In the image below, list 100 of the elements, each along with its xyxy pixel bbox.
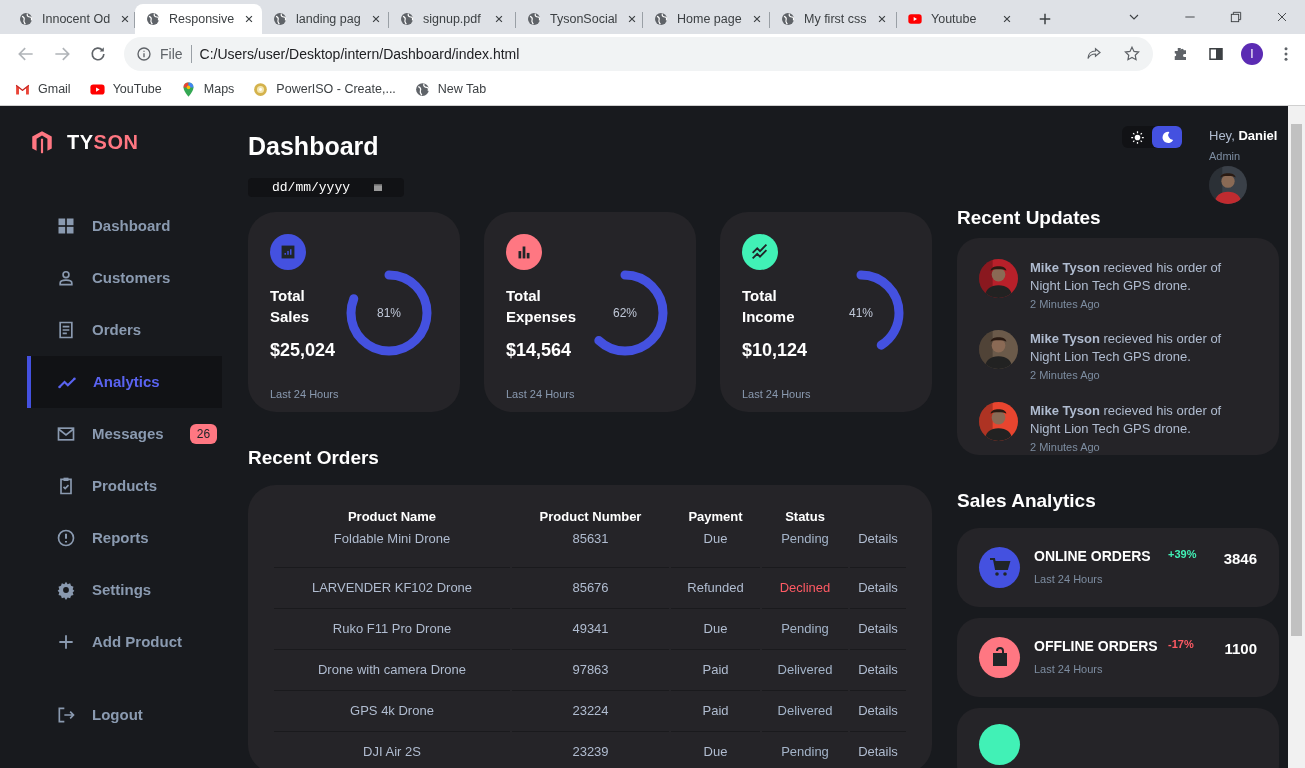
sidebar-item[interactable]: Messages 26 <box>27 408 222 460</box>
tab-title: signup.pdf <box>423 10 482 28</box>
browser-tab[interactable]: Responsive <box>135 4 262 34</box>
section-title: Sales Analytics <box>957 489 1097 513</box>
browser-tab[interactable]: signup.pdf <box>389 4 516 34</box>
details-link[interactable]: Details <box>850 608 906 650</box>
date-field[interactable]: dd/mm/yyyy <box>248 177 404 197</box>
globe-icon <box>413 81 431 98</box>
sidebar-item[interactable]: Analytics <box>27 356 222 408</box>
table-cell: Refunded <box>671 567 760 609</box>
star-icon[interactable] <box>1123 45 1141 63</box>
count-badge: 26 <box>189 424 218 444</box>
sun-icon[interactable] <box>1129 129 1145 145</box>
calendar-icon[interactable] <box>372 181 384 194</box>
card-title: Total Income <box>742 286 796 327</box>
tab-title: Home page <box>677 10 742 28</box>
table-cell: Pending <box>762 608 848 650</box>
table-cell: Pending <box>762 526 848 568</box>
bookmark[interactable]: PowerISO - Create,... <box>252 80 396 99</box>
browser-tab[interactable]: landing pag <box>262 4 389 34</box>
globe-icon <box>145 11 161 27</box>
table-cell: Delivered <box>762 649 848 691</box>
sidebar-item[interactable]: Logout <box>27 689 222 741</box>
analytics-title: ONLINE ORDERS <box>1034 547 1152 567</box>
play-icon <box>907 11 923 27</box>
logout-icon <box>56 705 76 725</box>
card-title: Total Expenses <box>506 286 576 327</box>
analytics-title: OFFLINE ORDERS <box>1034 637 1159 657</box>
scrollbar[interactable] <box>1288 106 1305 768</box>
tab-title: Youtube <box>931 10 978 28</box>
analytics-value: 1100 <box>1224 638 1257 659</box>
details-link[interactable]: Details <box>850 526 906 568</box>
bookmark[interactable]: YouTube <box>88 80 162 99</box>
receipt-icon <box>56 320 76 340</box>
info-icon[interactable] <box>136 46 152 62</box>
analytics-caption: Last 24 Hours <box>1034 662 1104 678</box>
analytics-value: 3846 <box>1223 548 1257 569</box>
sidebar-item[interactable]: Add Product <box>27 616 222 668</box>
tab-title: Responsive <box>169 10 235 28</box>
browser-tab[interactable]: Home page <box>643 4 770 34</box>
greeting-text: Hey, Daniel <box>1209 127 1279 145</box>
table-cell: DJI Air 2S <box>274 731 510 768</box>
update-time: 2 Minutes Ago <box>1030 439 1101 455</box>
table-cell: Declined <box>762 567 848 609</box>
card-value: $14,564 <box>506 339 573 362</box>
table-cell: Due <box>671 526 760 568</box>
browser-tab[interactable]: Youtube <box>897 4 1024 34</box>
bookmark[interactable]: New Tab <box>413 80 487 99</box>
globe-icon <box>653 11 669 27</box>
cart-icon <box>987 555 1012 579</box>
tab-title: My first css <box>804 10 867 28</box>
column-header: Product Name <box>346 507 438 526</box>
brand-name: TYSON <box>67 130 139 155</box>
alert-icon <box>56 528 76 548</box>
section-title: Recent Updates <box>957 206 1102 230</box>
bookmark[interactable]: Gmail <box>14 80 71 99</box>
settings-icon <box>56 580 76 600</box>
change-label: +39% <box>1168 546 1198 562</box>
logo-icon <box>29 128 55 156</box>
globe-icon <box>780 11 796 27</box>
details-link[interactable]: Details <box>850 690 906 732</box>
sidebar-item[interactable]: Reports <box>27 512 222 564</box>
profile-button[interactable]: I <box>1241 43 1263 65</box>
browser-tab[interactable]: My first css <box>770 4 897 34</box>
details-link[interactable]: Details <box>850 731 906 768</box>
sidebar-item[interactable]: Dashboard <box>27 200 222 252</box>
browser-tab[interactable]: TysonSocial <box>516 4 643 34</box>
table-cell: Pending <box>762 731 848 768</box>
theme-toggle[interactable] <box>1122 126 1182 148</box>
sidebar-item[interactable]: Settings <box>27 564 222 616</box>
percent-label: 62% <box>613 305 637 322</box>
table-cell: Paid <box>671 649 760 691</box>
update-time: 2 Minutes Ago <box>1030 296 1101 312</box>
reload-icon[interactable] <box>88 44 108 64</box>
column-header: Product Number <box>538 507 643 526</box>
globe-icon <box>399 11 415 27</box>
table-cell: Drone with camera Drone <box>274 649 510 691</box>
analytics-caption: Last 24 Hours <box>1034 572 1104 588</box>
page-title: Dashboard <box>248 131 380 162</box>
table-cell: 49341 <box>512 608 669 650</box>
table-cell: 97863 <box>512 649 669 691</box>
scheme-label: File <box>160 44 183 64</box>
sidebar-item[interactable]: Customers <box>27 252 222 304</box>
update-text: Mike Tyson recieved his order of Night Lion Tech GPS drone. <box>1030 401 1223 438</box>
address-bar[interactable]: File C:/Users/user/Desktop/intern/Dashboard/index.html <box>124 37 1153 71</box>
globe-icon <box>526 11 542 27</box>
column-header: Status <box>784 507 826 526</box>
sidebar-item[interactable]: Orders <box>27 304 222 356</box>
table-cell: 23224 <box>512 690 669 732</box>
sidebar-item[interactable]: Products <box>27 460 222 512</box>
sidebar-icon[interactable] <box>1207 45 1225 63</box>
bookmark[interactable]: Maps <box>179 80 235 99</box>
browser-tab[interactable]: Innocent Od <box>8 4 135 34</box>
details-link[interactable]: Details <box>850 567 906 609</box>
percent-label: 41% <box>849 305 873 322</box>
table-cell: Ruko F11 Pro Drone <box>274 608 510 650</box>
table-cell: Due <box>671 608 760 650</box>
update-time: 2 Minutes Ago <box>1030 368 1101 383</box>
restore-icon[interactable] <box>1228 9 1244 25</box>
details-link[interactable]: Details <box>850 649 906 691</box>
